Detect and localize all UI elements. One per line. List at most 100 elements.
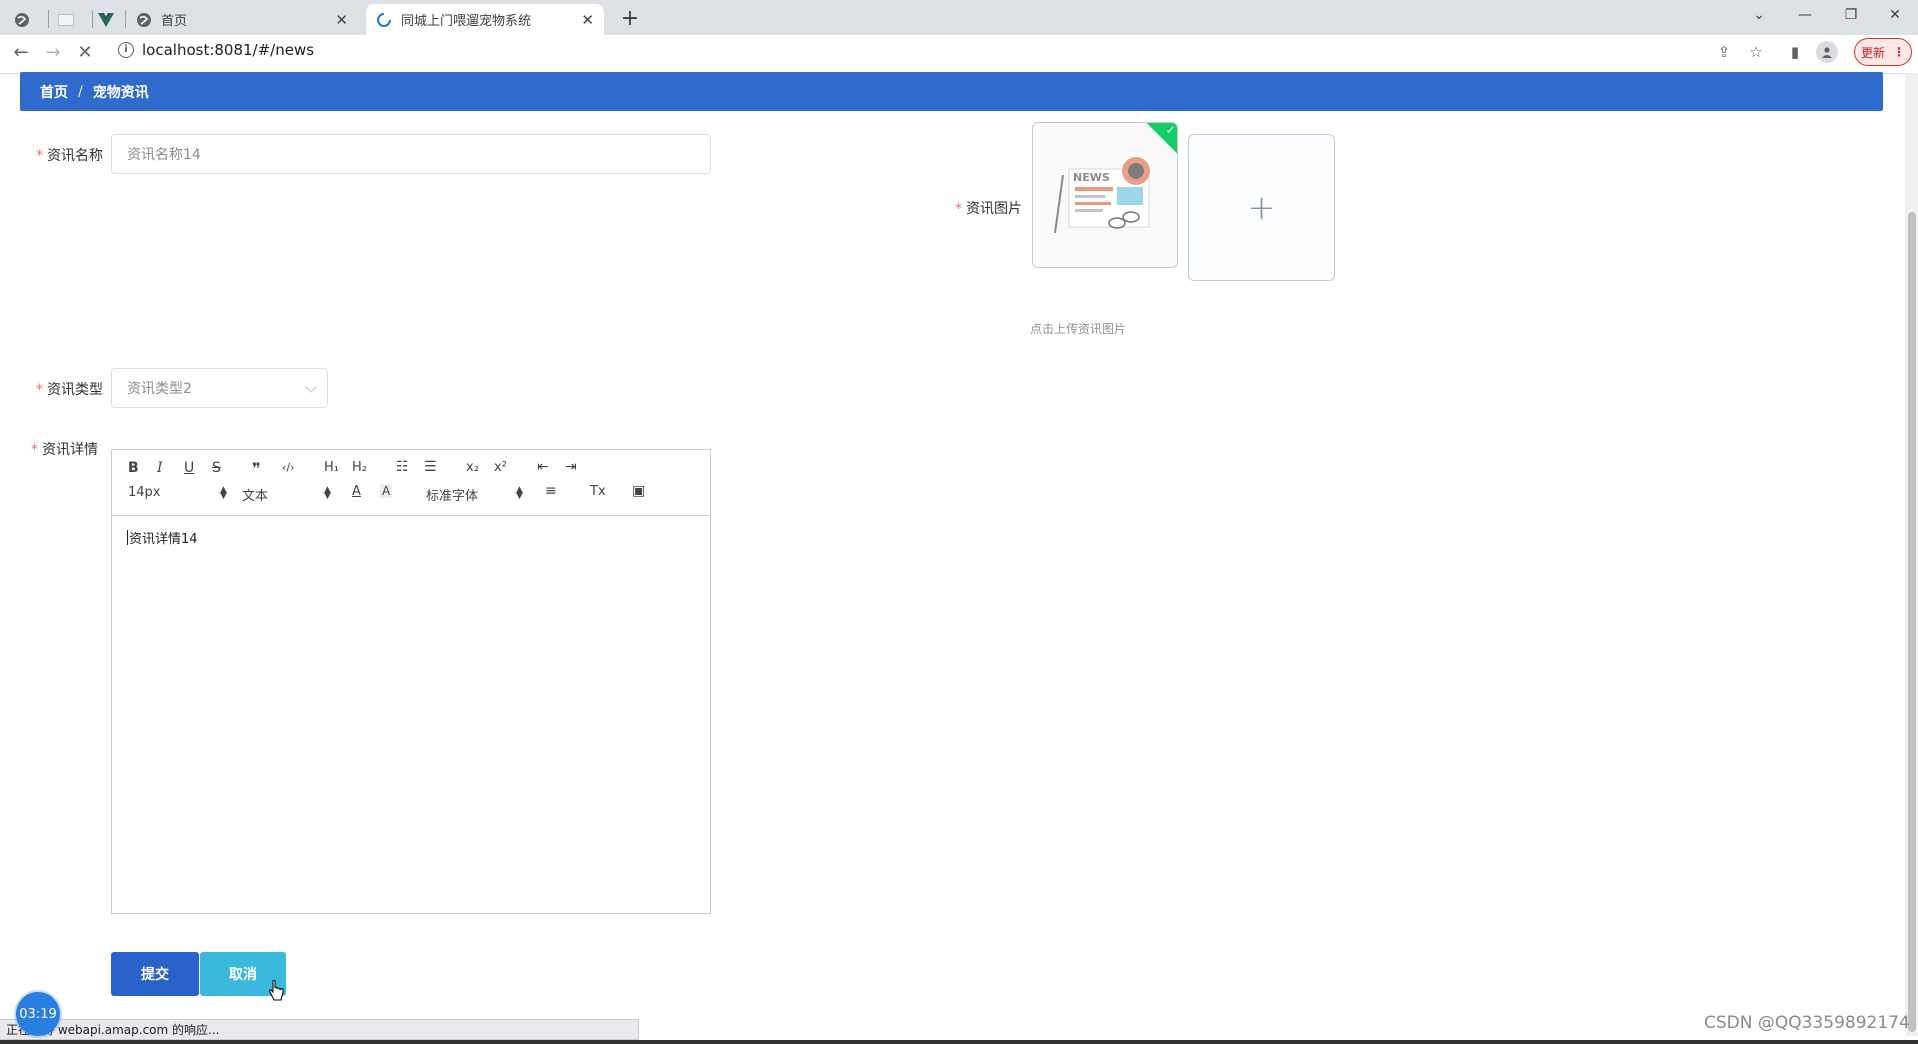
browser-tab-pinned-3[interactable] xyxy=(98,4,122,35)
bold-button[interactable]: B xyxy=(128,460,139,476)
news-type-label-text: 资讯类型 xyxy=(47,382,103,398)
news-name-value: 资讯名称14 xyxy=(127,147,201,163)
heading1-button[interactable]: H₁ xyxy=(324,460,339,475)
breadcrumb-current: 宠物资讯 xyxy=(92,84,149,101)
news-type-value: 资讯类型2 xyxy=(127,381,192,397)
forward-icon[interactable]: → xyxy=(41,40,65,64)
recording-timer: 03:19 xyxy=(16,992,60,1036)
scrollbar-thumb[interactable] xyxy=(1908,212,1916,1032)
tab-search-icon[interactable]: ⌄ xyxy=(1736,0,1782,30)
breadcrumb-home[interactable]: 首页 xyxy=(40,82,68,102)
browser-update-button[interactable]: 更新 ⋮ xyxy=(1854,38,1912,66)
minimize-icon[interactable]: — xyxy=(1782,0,1828,30)
news-name-label-text: 资讯名称 xyxy=(47,148,103,164)
browser-tab-strip: 首页 ✕ 同城上门喂遛宠物系统 ✕ + ⌄ — ❐ ✕ xyxy=(0,0,1918,35)
insert-image-button[interactable]: ▣ xyxy=(632,483,645,499)
news-image-label-text: 资讯图片 xyxy=(966,201,1022,217)
rich-text-editor: B I U S ❞ ‹/› H₁ H₂ ☷ ☰ x₂ x² ⇤ ⇥ 14px ▲… xyxy=(111,449,711,914)
italic-button[interactable]: I xyxy=(157,460,163,476)
tab-title: 同城上门喂遛宠物系统 xyxy=(401,14,532,29)
close-tab-icon[interactable]: ✕ xyxy=(335,11,348,29)
globe-icon xyxy=(136,12,152,28)
cancel-label: 取消 xyxy=(229,967,257,983)
background-color-icon[interactable]: A xyxy=(380,484,393,498)
loading-icon xyxy=(376,12,392,28)
strikethrough-button[interactable]: S xyxy=(212,460,221,476)
ordered-list-button[interactable]: ☷ xyxy=(396,459,409,475)
heading2-button[interactable]: H₂ xyxy=(352,460,367,475)
browser-status-bar: 正在等待 webapi.amap.com 的响应... xyxy=(0,1019,639,1040)
update-label: 更新 xyxy=(1860,45,1885,60)
select-updown-icon: ▲ ▼ xyxy=(220,485,227,501)
breadcrumb-separator: / xyxy=(78,83,83,100)
subscript-button[interactable]: x₂ xyxy=(466,460,479,475)
close-window-icon[interactable]: ✕ xyxy=(1872,0,1918,30)
news-type-select[interactable]: 资讯类型2 xyxy=(111,368,328,408)
browser-tab-active[interactable]: 同城上门喂遛宠物系统 ✕ xyxy=(366,4,604,35)
tab-title: 首页 xyxy=(161,14,188,29)
header-value: 文本 xyxy=(242,489,269,504)
font-family-select[interactable]: 标准字体 ▲ ▼ xyxy=(426,485,526,505)
news-detail-label-text: 资讯详情 xyxy=(42,442,98,458)
outdent-button[interactable]: ⇤ xyxy=(537,459,549,475)
new-tab-button[interactable]: + xyxy=(616,4,644,32)
submit-button[interactable]: 提交 xyxy=(111,952,199,996)
browser-tab-home[interactable]: 首页 ✕ xyxy=(136,4,358,35)
clean-format-button[interactable]: Tx xyxy=(590,484,606,499)
address-bar[interactable]: localhost:8081/#/news xyxy=(142,41,314,59)
uploaded-image-thumbnail[interactable]: NEWS ✓ xyxy=(1032,122,1178,268)
globe-icon xyxy=(14,12,30,28)
text-color-icon[interactable]: A xyxy=(352,484,361,499)
superscript-button[interactable]: x² xyxy=(494,460,507,475)
submit-label: 提交 xyxy=(141,967,169,983)
image-upload-trigger[interactable]: + xyxy=(1188,134,1335,281)
close-tab-icon[interactable]: ✕ xyxy=(581,11,594,29)
news-type-label: * 资讯类型 xyxy=(36,379,103,399)
news-illustration-icon: NEWS xyxy=(1054,157,1150,234)
taskbar-edge xyxy=(0,1040,1918,1044)
news-name-input[interactable]: 资讯名称14 xyxy=(111,134,711,174)
editor-text: 资讯详情14 xyxy=(129,532,198,547)
site-info-icon[interactable]: i xyxy=(118,42,134,58)
underline-button[interactable]: U xyxy=(184,460,194,476)
align-button[interactable]: ≡ xyxy=(545,483,557,499)
news-name-label: * 资讯名称 xyxy=(36,145,103,165)
font-size-select[interactable]: 14px ▲ ▼ xyxy=(128,485,227,501)
restore-icon[interactable]: ❐ xyxy=(1828,0,1874,30)
news-illustration-text: NEWS xyxy=(1073,171,1110,184)
header-select[interactable]: 文本 ▲ ▼ xyxy=(242,485,331,505)
browser-tab-pinned-1[interactable] xyxy=(14,4,44,35)
select-updown-icon: ▲ ▼ xyxy=(516,485,523,501)
code-block-button[interactable]: ‹/› xyxy=(282,461,295,474)
upload-tip: 点击上传资讯图片 xyxy=(1030,322,1127,336)
select-updown-icon: ▲ ▼ xyxy=(324,485,331,501)
blockquote-button[interactable]: ❞ xyxy=(252,459,261,478)
csdn-watermark: CSDN @QQ3359892174 xyxy=(1704,1013,1910,1033)
required-mark: * xyxy=(36,382,43,398)
editor-content[interactable]: 资讯详情14 xyxy=(127,528,198,547)
side-panel-icon[interactable]: ▮ xyxy=(1786,43,1804,61)
check-icon: ✓ xyxy=(1165,123,1176,138)
text-caret xyxy=(127,530,128,545)
blank-page-icon xyxy=(58,12,74,28)
news-detail-label: * 资讯详情 xyxy=(31,439,98,459)
hand-cursor-icon xyxy=(268,979,284,1006)
tab-separator xyxy=(92,10,93,28)
bullet-list-button[interactable]: ☰ xyxy=(424,459,437,475)
back-icon[interactable]: ← xyxy=(9,40,33,64)
required-mark: * xyxy=(955,201,962,217)
indent-button[interactable]: ⇥ xyxy=(565,459,577,475)
breadcrumb: 首页 / 宠物资讯 xyxy=(20,72,1883,111)
font-family-value: 标准字体 xyxy=(426,489,479,504)
news-image-label: * 资讯图片 xyxy=(955,198,1022,218)
browser-tab-pinned-2[interactable] xyxy=(58,4,88,35)
stop-loading-icon[interactable]: ✕ xyxy=(73,40,97,64)
kebab-menu-icon: ⋮ xyxy=(1893,45,1905,59)
share-icon[interactable]: ⇪ xyxy=(1715,43,1733,61)
chevron-down-icon xyxy=(305,381,317,393)
vue-logo-icon xyxy=(98,12,114,28)
profile-avatar-icon[interactable] xyxy=(1816,41,1838,63)
required-mark: * xyxy=(31,442,38,458)
plus-icon: + xyxy=(1247,187,1276,228)
bookmark-star-icon[interactable]: ☆ xyxy=(1747,43,1765,61)
